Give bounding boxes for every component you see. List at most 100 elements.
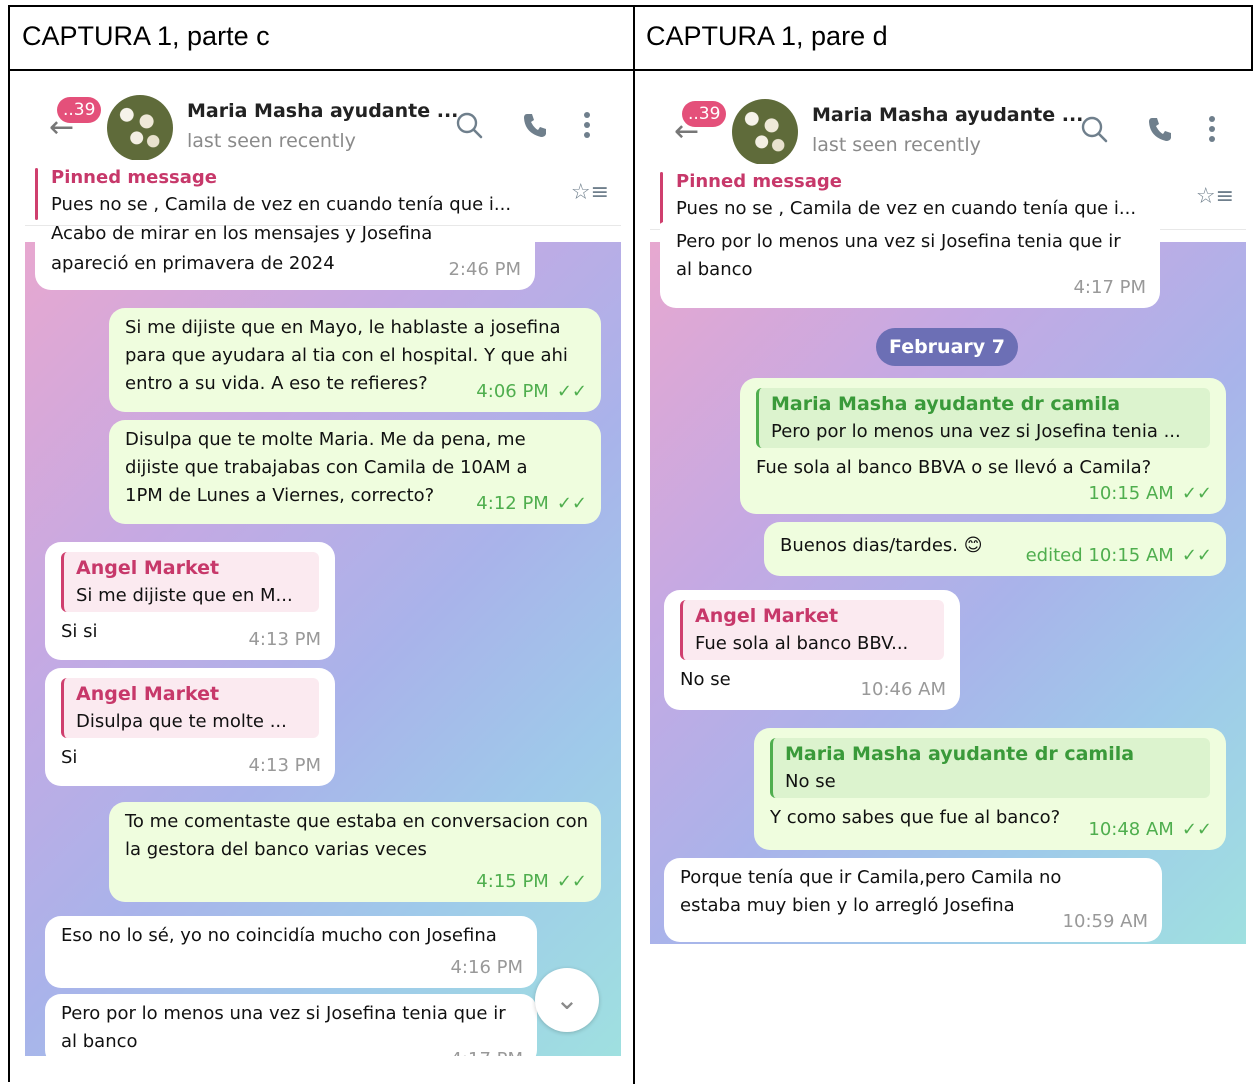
message-text: Eso no lo sé, yo no coincidía mucho con …: [61, 925, 497, 946]
message-bubble-out-reply[interactable]: Maria Masha ayudante dr camila Pero por …: [740, 378, 1226, 514]
read-check-icon: ✓✓: [1181, 545, 1212, 566]
unread-badge: ..39: [57, 97, 102, 123]
message-time-text: 4:06 PM: [476, 381, 549, 402]
message-text: Fue sola al banco BBVA o se llevó a Cami…: [756, 457, 1152, 478]
avatar[interactable]: [732, 99, 798, 165]
pinned-title: Pinned message: [676, 171, 842, 192]
more-vertical-icon[interactable]: [581, 111, 593, 139]
column-divider: [633, 7, 635, 1084]
reply-author: Maria Masha ayudante dr camila: [771, 393, 1121, 415]
message-time: 4:17 PM: [1073, 277, 1146, 298]
message-bubble-in-reply[interactable]: Angel Market Fue sola al banco BBV... No…: [664, 590, 960, 710]
contact-name[interactable]: Maria Masha ayudante ...: [812, 104, 1083, 126]
pinned-title: Pinned message: [51, 167, 217, 188]
pinned-accent-bar: [35, 168, 38, 220]
message-time: 10:46 AM: [860, 679, 946, 700]
reply-author: Maria Masha ayudante dr camila: [785, 743, 1135, 765]
message-time-text: 4:12 PM: [476, 493, 549, 514]
read-check-icon: ✓✓: [556, 381, 587, 402]
message-bubble-in[interactable]: Pero por lo menos una vez si Josefina te…: [660, 222, 1160, 308]
reply-text: No se: [785, 771, 836, 792]
reply-author: Angel Market: [76, 557, 220, 579]
reply-author: Angel Market: [76, 683, 220, 705]
message-bubble-out-reply[interactable]: Maria Masha ayudante dr camila No se Y c…: [754, 728, 1226, 850]
contact-name[interactable]: Maria Masha ayudante ...: [187, 100, 458, 122]
message-bubble-in-reply[interactable]: Angel Market Disulpa que te molte ... Si…: [45, 668, 335, 786]
caption-divider: [10, 69, 1253, 71]
message-text: Pero por lo menos una vez si Josefina te…: [676, 231, 1121, 280]
reply-preview[interactable]: Maria Masha ayudante dr camila Pero por …: [756, 388, 1210, 448]
message-bubble-out[interactable]: Buenos dias/tardes. 😊 edited 10:15 AM ✓✓: [764, 522, 1226, 576]
read-check-icon: ✓✓: [556, 493, 587, 514]
chat-area[interactable]: Pero por lo menos una vez si Josefina te…: [650, 222, 1246, 944]
chat-header: ← ..39 Maria Masha ayudante ... last see…: [25, 84, 621, 161]
contact-status: last seen recently: [187, 130, 356, 152]
message-bubble-in[interactable]: Porque tenía que ir Camila,pero Camila n…: [664, 858, 1162, 942]
smiling-face-emoji-icon: 😊: [963, 535, 983, 556]
right-telegram-screenshot: ← ..39 Maria Masha ayudante ... last see…: [650, 88, 1246, 944]
reply-text: Fue sola al banco BBV...: [695, 633, 909, 654]
message-time-text: edited 10:15 AM: [1025, 545, 1174, 566]
reply-text: Si me dijiste que en M...: [76, 585, 293, 606]
message-time: 2:46 PM: [448, 259, 521, 280]
more-vertical-icon[interactable]: [1206, 115, 1218, 143]
message-time: 10:59 AM: [1062, 911, 1148, 932]
pinned-text: Pues no se , Camila de vez en cuando ten…: [51, 194, 512, 215]
message-time-text: 10:15 AM: [1088, 483, 1174, 504]
message-time: 4:13 PM: [248, 629, 321, 650]
message-bubble-out[interactable]: Si me dijiste que en Mayo, le hablaste a…: [109, 308, 601, 412]
message-bubble-in-reply[interactable]: Angel Market Si me dijiste que en M... S…: [45, 542, 335, 660]
contact-status: last seen recently: [812, 134, 981, 156]
left-telegram-screenshot: ← ..39 Maria Masha ayudante ... last see…: [25, 84, 621, 1056]
message-text: To me comentaste que estaba en conversac…: [125, 811, 589, 860]
read-check-icon: ✓✓: [556, 871, 587, 892]
chat-area[interactable]: Acabo de mirar en los mensajes y Josefin…: [25, 223, 621, 1056]
scroll-down-button[interactable]: ⌄: [535, 968, 599, 1032]
message-time: 4:13 PM: [248, 755, 321, 776]
caption-right: CAPTURA 1, pare d: [646, 21, 888, 51]
search-icon[interactable]: [1080, 115, 1108, 143]
message-time: edited 10:15 AM ✓✓: [1026, 542, 1212, 570]
message-time-text: 4:15 PM: [476, 871, 549, 892]
phone-icon[interactable]: [1146, 115, 1174, 143]
message-time: 4:12 PM ✓✓: [476, 490, 587, 518]
pin-list-icon[interactable]: ☆≡: [1196, 184, 1234, 209]
message-time: 4:06 PM ✓✓: [476, 378, 587, 406]
message-bubble-out[interactable]: Disulpa que te molte Maria. Me da pena, …: [109, 420, 601, 524]
read-check-icon: ✓✓: [1181, 819, 1212, 840]
chat-header: ← ..39 Maria Masha ayudante ... last see…: [650, 88, 1246, 165]
reply-preview[interactable]: Angel Market Si me dijiste que en M...: [61, 552, 319, 612]
reply-author: Angel Market: [695, 605, 839, 627]
unread-badge: ..39: [682, 101, 727, 127]
message-time: 4:15 PM ✓✓: [476, 868, 587, 896]
pin-list-icon[interactable]: ☆≡: [571, 180, 609, 205]
message-time: 10:15 AM ✓✓: [1088, 480, 1212, 508]
reply-preview[interactable]: Angel Market Fue sola al banco BBV...: [680, 600, 944, 660]
search-icon[interactable]: [455, 111, 483, 139]
reply-preview[interactable]: Maria Masha ayudante dr camila No se: [770, 738, 1210, 798]
message-bubble-in[interactable]: Eso no lo sé, yo no coincidía mucho con …: [45, 916, 537, 988]
phone-icon[interactable]: [521, 111, 549, 139]
message-partial-text: Acabo de mirar en los mensajes y Josefin…: [51, 223, 433, 244]
message-bubble-out[interactable]: To me comentaste que estaba en conversac…: [109, 802, 601, 902]
reply-preview[interactable]: Angel Market Disulpa que te molte ...: [61, 678, 319, 738]
date-separator: February 7: [876, 328, 1018, 366]
avatar[interactable]: [107, 95, 173, 161]
pinned-message-bar[interactable]: Pinned message Pues no se , Camila de ve…: [650, 164, 1246, 230]
message-time: 4:17 PM: [450, 1046, 523, 1056]
reply-text: Disulpa que te molte ...: [76, 711, 287, 732]
reply-text: Pero por lo menos una vez si Josefina te…: [771, 421, 1181, 442]
message-bubble-in[interactable]: Acabo de mirar en los mensajes y Josefin…: [35, 223, 535, 290]
message-time: 10:48 AM ✓✓: [1088, 816, 1212, 844]
pinned-text: Pues no se , Camila de vez en cuando ten…: [676, 198, 1137, 219]
pinned-message-bar[interactable]: Pinned message Pues no se , Camila de ve…: [25, 160, 621, 226]
message-time-text: 10:48 AM: [1088, 819, 1174, 840]
caption-left: CAPTURA 1, parte c: [22, 21, 270, 51]
read-check-icon: ✓✓: [1181, 483, 1212, 504]
message-text: Porque tenía que ir Camila,pero Camila n…: [680, 867, 1062, 916]
message-bubble-in[interactable]: Pero por lo menos una vez si Josefina te…: [45, 994, 537, 1056]
message-text: Buenos dias/tardes.: [780, 535, 959, 556]
message-time: 4:16 PM: [450, 957, 523, 978]
pinned-accent-bar: [660, 172, 663, 224]
chevron-down-icon: ⌄: [555, 983, 579, 1016]
